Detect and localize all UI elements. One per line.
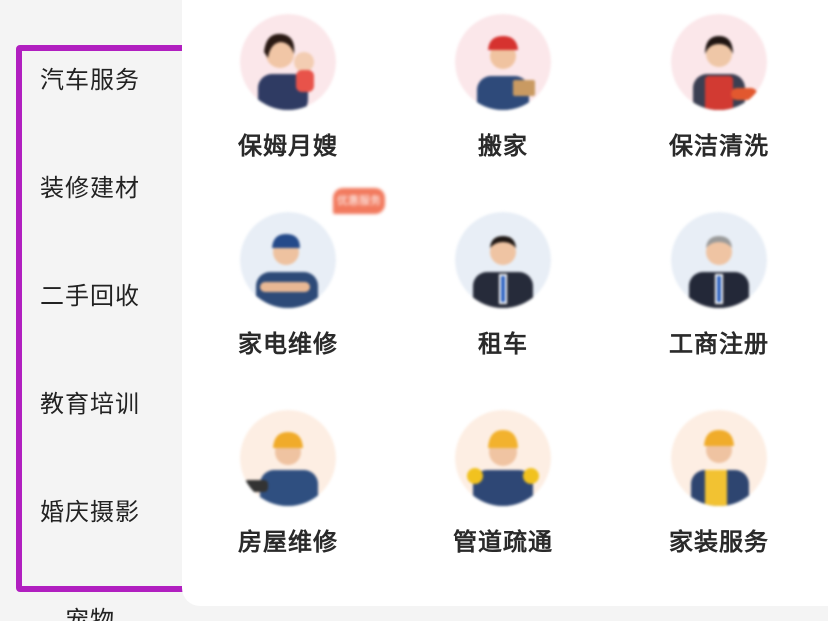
service-tile-nanny[interactable]: 保姆月嫂 [188,0,388,170]
sidebar-item-pets[interactable]: 宠物 [0,600,180,621]
service-tile-pipe-dredging[interactable]: 管道疏通 [403,396,603,566]
service-label: 保姆月嫂 [238,132,338,160]
screen: 汽车服务 装修建材 二手回收 教育培训 婚庆摄影 宠物 保姆月嫂 搬家 保洁清洗… [0,0,828,621]
service-tile-appliance-repair[interactable]: 家电维修 [188,198,388,368]
sidebar-item-education-training[interactable]: 教育培训 [0,384,180,419]
car-rental-avatar-icon [455,212,551,308]
sidebar-item-decoration-materials[interactable]: 装修建材 [0,168,180,203]
cleaner-avatar-icon [671,14,767,110]
nanny-avatar-icon [240,14,336,110]
business-registration-avatar-icon [671,212,767,308]
service-label: 租车 [478,330,528,358]
service-tile-business-registration[interactable]: 工商注册 [619,198,819,368]
sidebar-item-second-hand-recycling[interactable]: 二手回收 [0,276,180,311]
service-label: 保洁清洗 [669,132,769,160]
mover-avatar-icon [455,14,551,110]
service-label: 房屋维修 [238,528,338,556]
service-tile-cleaning[interactable]: 保洁清洗 [619,0,819,170]
appliance-repair-avatar-icon [240,212,336,308]
sidebar-item-car-service[interactable]: 汽车服务 [0,60,180,95]
service-tile-house-repair[interactable]: 房屋维修 [188,396,388,566]
service-label: 搬家 [478,132,528,160]
service-label: 管道疏通 [453,528,553,556]
house-repair-avatar-icon [240,410,336,506]
service-label: 家装服务 [669,528,769,556]
service-tile-home-decoration[interactable]: 家装服务 [619,396,819,566]
home-decoration-avatar-icon [671,410,767,506]
sidebar-item-wedding-photography[interactable]: 婚庆摄影 [0,492,180,527]
category-sidebar: 汽车服务 装修建材 二手回收 教育培训 婚庆摄影 宠物 [0,0,180,621]
service-tile-moving[interactable]: 搬家 [403,0,603,170]
pipe-dredging-avatar-icon [455,410,551,506]
service-label: 家电维修 [238,330,338,358]
service-tile-car-rental[interactable]: 租车 [403,198,603,368]
service-label: 工商注册 [669,330,769,358]
